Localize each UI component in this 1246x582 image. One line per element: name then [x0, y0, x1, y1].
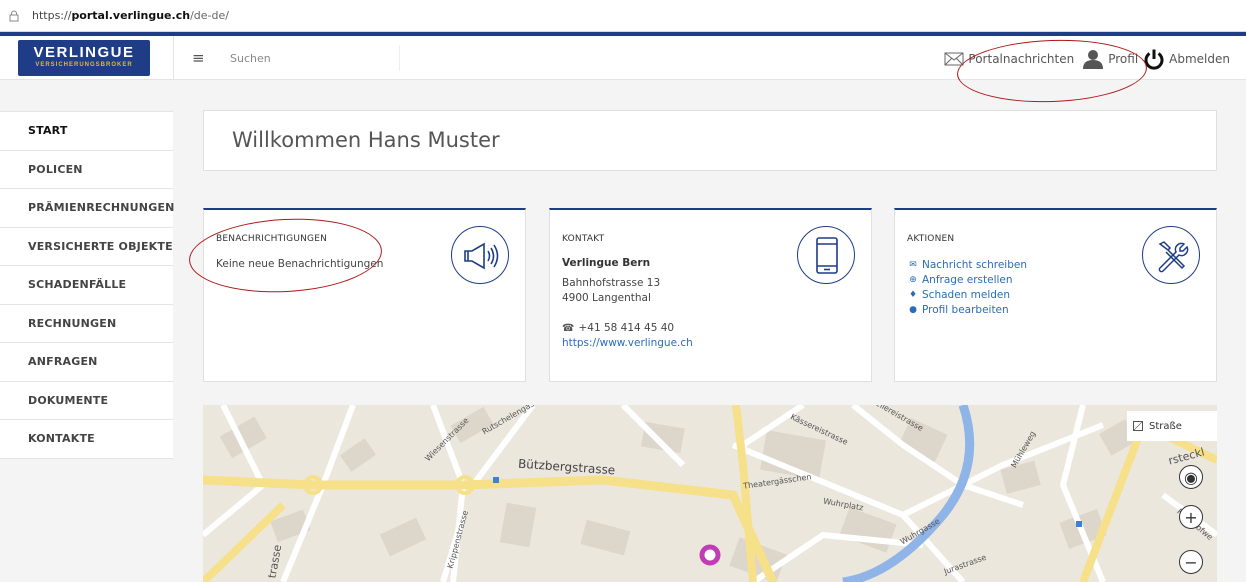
contact-name: Verlingue Bern [562, 257, 651, 269]
action-write-message[interactable]: ✉ Nachricht schreiben [907, 258, 1027, 273]
sidebar-item-dokumente[interactable]: DOKUMENTE [0, 382, 173, 420]
search-input[interactable] [220, 45, 400, 71]
contact-title: KONTAKT [562, 234, 605, 244]
action-edit-profile[interactable]: ● Profil bearbeiten [907, 303, 1027, 318]
phone-icon: ☎ [562, 323, 575, 334]
zoom-out-icon[interactable]: − [1179, 550, 1203, 574]
tools-icon [1142, 226, 1200, 284]
sidebar-item-anfragen[interactable]: ANFRAGEN [0, 343, 173, 382]
action-report-damage[interactable]: ♦ Schaden melden [907, 288, 1027, 303]
contact-phone[interactable]: ☎ +41 58 414 45 40 [562, 322, 674, 334]
action-label: Nachricht schreiben [922, 259, 1027, 271]
location-map[interactable]: Bützbergstrasse Wiesenstrasse Rutschelen… [203, 405, 1217, 582]
hamburger-menu-icon[interactable]: ≡ [192, 49, 205, 67]
action-label: Schaden melden [922, 289, 1011, 301]
page-title: Willkommen Hans Muster [232, 128, 500, 152]
url-host: portal.verlingue.ch [71, 9, 191, 22]
sidebar: START POLICEN PRÄMIENRECHNUNGEN VERSICHE… [0, 80, 174, 582]
sidebar-item-start[interactable]: START [0, 112, 173, 151]
map-layer-icon [1133, 421, 1143, 431]
logout-label: Abmelden [1169, 52, 1230, 66]
logo-subtitle: VERSICHERUNGSBROKER [35, 62, 133, 68]
contact-street: Bahnhofstrasse 13 [562, 277, 661, 289]
user-icon: ● [909, 305, 917, 315]
actions-title: AKTIONEN [907, 234, 955, 244]
map-style-label: Straße [1149, 420, 1182, 432]
contact-website-link[interactable]: https://www.verlingue.ch [562, 337, 693, 349]
verlingue-logo[interactable]: VERLINGUE VERSICHERUNGSBROKER [18, 40, 150, 76]
actions-list: ✉ Nachricht schreiben ⊕ Anfrage erstellen … [907, 258, 1027, 318]
locate-me-icon[interactable]: ◉ [1179, 465, 1203, 489]
action-label: Profil bearbeiten [922, 304, 1009, 316]
sidebar-item-versicherte-objekte[interactable]: VERSICHERTE OBJEKTE [0, 228, 173, 266]
sidebar-item-praemienrechnungen[interactable]: PRÄMIENRECHNUNGEN [0, 189, 174, 228]
contact-city: 4900 Langenthal [562, 292, 651, 304]
sidebar-item-rechnungen[interactable]: RECHNUNGEN [0, 305, 173, 343]
logo-title: VERLINGUE [33, 44, 135, 61]
sidebar-item-schadenfaelle[interactable]: SCHADENFÄLLE [0, 266, 173, 305]
zoom-in-icon[interactable]: + [1179, 505, 1203, 529]
actions-card: AKTIONEN ✉ Nachricht schreiben ⊕ Anfrage e… [894, 208, 1217, 382]
envelope-icon: ✉ [909, 260, 917, 270]
lifebuoy-icon: ⊕ [909, 275, 917, 285]
contact-phone-number: +41 58 414 45 40 [578, 322, 675, 334]
sidebar-item-kontakte[interactable]: KONTAKTE [0, 420, 173, 459]
logout-link[interactable]: Abmelden [1143, 48, 1230, 70]
map-style-toggle[interactable]: Straße [1127, 411, 1217, 441]
welcome-panel: Willkommen Hans Muster [203, 110, 1217, 171]
header-divider [173, 36, 174, 80]
browser-url-bar[interactable]: https://portal.verlingue.ch/de-de/ [0, 0, 1246, 32]
sidebar-nav: START POLICEN PRÄMIENRECHNUNGEN VERSICHE… [0, 111, 174, 459]
url-scheme: https:// [32, 9, 72, 22]
lock-icon [9, 10, 19, 21]
url-path: /de-de/ [190, 9, 229, 22]
contact-card: KONTAKT Verlingue Bern Bahnhofstrasse 13… [549, 208, 872, 382]
mobile-phone-icon [797, 226, 855, 284]
megaphone-icon [451, 226, 509, 284]
map-tiles [203, 405, 1217, 582]
action-label: Anfrage erstellen [922, 274, 1013, 286]
fire-icon: ♦ [908, 290, 918, 300]
action-create-request[interactable]: ⊕ Anfrage erstellen [907, 273, 1027, 288]
sidebar-item-policen[interactable]: POLICEN [0, 151, 173, 189]
